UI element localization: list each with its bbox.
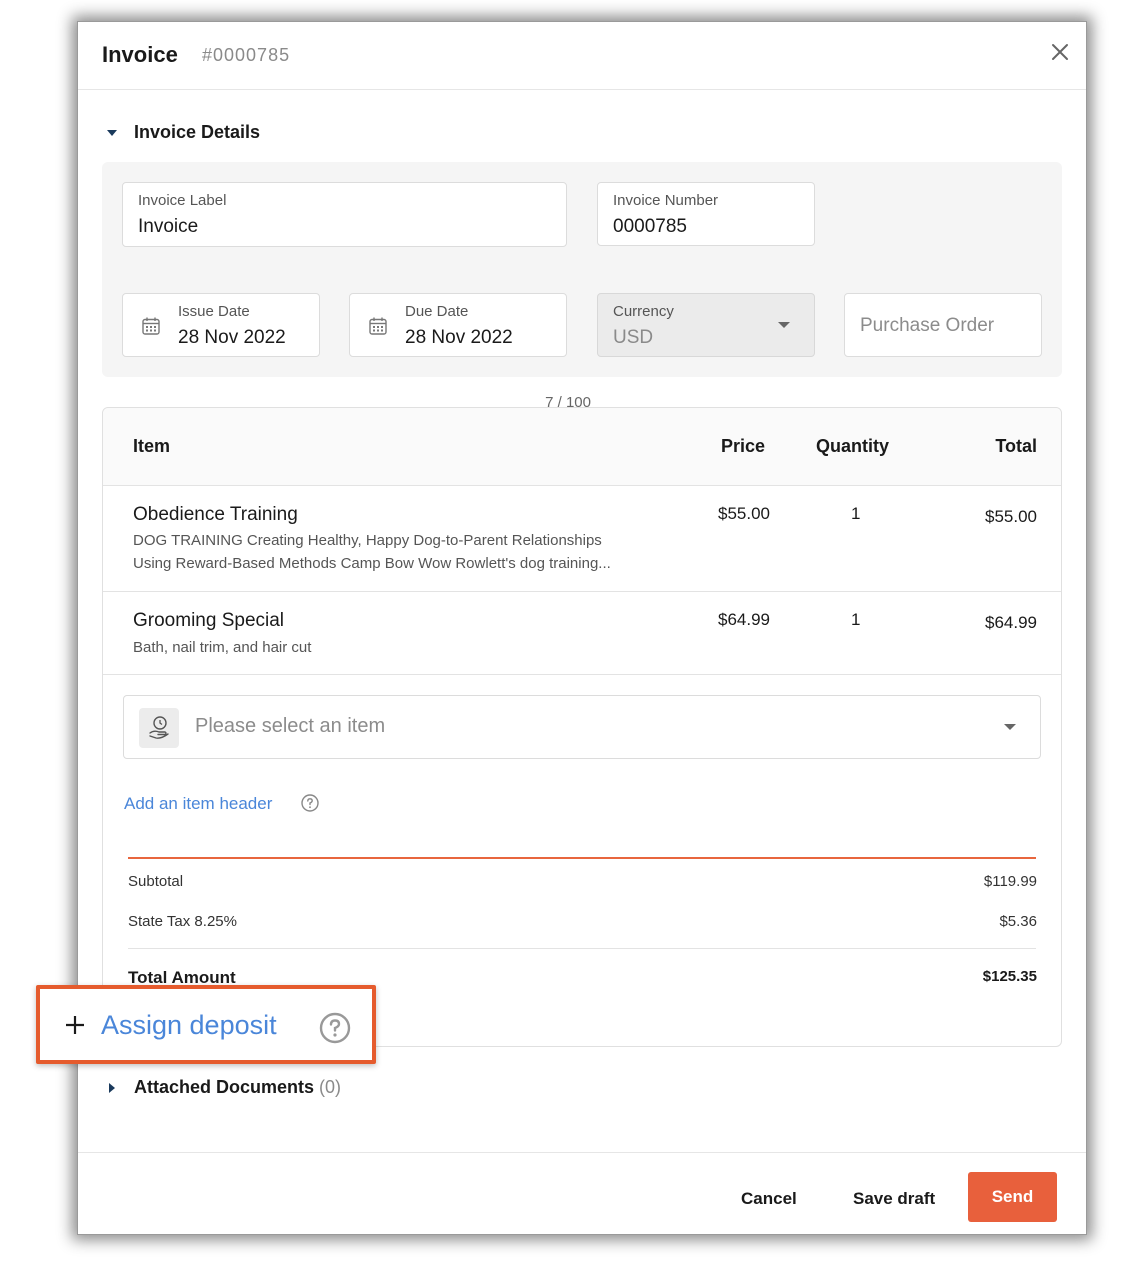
item-description: DOG TRAINING Creating Healthy, Happy Dog… — [133, 532, 602, 549]
currency-select[interactable]: Currency USD — [597, 293, 815, 357]
item-name: Grooming Special — [133, 610, 285, 631]
item-quantity: 1 — [851, 610, 861, 629]
help-icon[interactable] — [319, 1012, 351, 1044]
invoice-number-label: Invoice Number — [613, 192, 719, 209]
total-amount-value: $125.35 — [982, 968, 1037, 985]
totals-divider — [128, 857, 1036, 859]
subtotal-label: Subtotal — [128, 873, 184, 890]
invoice-details-toggle[interactable]: Invoice Details — [106, 122, 260, 143]
invoice-details-panel: Invoice Label Invoice 7 / 100 Invoice Nu… — [102, 162, 1062, 411]
item-total: $64.99 — [985, 613, 1037, 632]
due-date-value: 28 Nov 2022 — [405, 327, 513, 348]
divider — [128, 948, 1036, 949]
invoice-details-title: Invoice Details — [134, 122, 261, 142]
column-header-quantity: Quantity — [816, 436, 890, 456]
column-header-price: Price — [721, 436, 766, 456]
attached-documents-toggle[interactable]: Attached Documents (0) — [106, 1077, 341, 1098]
line-items-panel: Item Price Quantity Total Obedience Trai… — [102, 407, 1062, 1047]
caret-right-icon — [109, 1082, 115, 1093]
cancel-button[interactable]: Cancel — [741, 1189, 797, 1209]
calendar-icon — [142, 317, 160, 335]
close-icon[interactable] — [1048, 40, 1072, 64]
item-name: Obedience Training — [133, 504, 298, 525]
item-quantity: 1 — [851, 504, 861, 523]
item-icon — [139, 708, 179, 748]
attached-documents-title: Attached Documents (0) — [134, 1077, 341, 1098]
tax-value: $5.36 — [999, 913, 1037, 930]
invoice-label-label: Invoice Label — [138, 192, 227, 209]
invoice-label-field[interactable]: Invoice Label Invoice — [122, 182, 567, 247]
invoice-label-value: Invoice — [138, 216, 199, 237]
currency-value: USD — [613, 327, 654, 348]
invoice-number-field[interactable]: Invoice Number 0000785 — [597, 182, 815, 246]
calendar-icon — [369, 317, 387, 335]
item-description: Using Reward-Based Methods Camp Bow Wow … — [133, 555, 611, 572]
issue-date-label: Issue Date — [178, 303, 250, 320]
purchase-order-input[interactable]: Purchase Order — [844, 293, 1042, 357]
save-draft-button[interactable]: Save draft — [853, 1189, 935, 1209]
caret-down-icon — [107, 129, 117, 136]
hand-coin-icon — [149, 716, 169, 739]
due-date-label: Due Date — [405, 303, 469, 320]
modal-footer: Cancel Save draft Send — [78, 1152, 1086, 1235]
column-header-item: Item — [133, 436, 171, 456]
tax-label: State Tax 8.25% — [128, 913, 237, 930]
add-item-header-link[interactable]: Add an item header — [124, 794, 272, 814]
chevron-down-icon — [1004, 724, 1016, 730]
item-select[interactable]: Please select an item — [123, 695, 1041, 759]
attached-documents-count: (0) — [319, 1077, 342, 1097]
currency-label: Currency — [613, 303, 674, 320]
chevron-down-icon — [778, 322, 790, 328]
item-select-placeholder: Please select an item — [195, 715, 386, 737]
send-button[interactable]: Send — [968, 1172, 1057, 1222]
modal-title: Invoice — [102, 42, 178, 67]
issue-date-field[interactable]: Issue Date 28 Nov 2022 — [122, 293, 320, 357]
help-icon[interactable] — [301, 794, 319, 812]
items-table-header: Item Price Quantity Total — [103, 408, 1061, 486]
purchase-order-placeholder: Purchase Order — [860, 315, 995, 336]
item-price: $64.99 — [718, 610, 770, 629]
table-row[interactable]: Obedience Training DOG TRAINING Creating… — [103, 486, 1061, 592]
invoice-number-value: 0000785 — [613, 216, 687, 237]
item-description: Bath, nail trim, and hair cut — [133, 639, 312, 656]
modal-header: Invoice #0000785 — [78, 22, 1086, 90]
attached-documents-label: Attached Documents — [134, 1077, 315, 1097]
subtotal-value: $119.99 — [983, 873, 1037, 890]
assign-deposit-link[interactable]: Assign deposit — [101, 1010, 277, 1041]
item-price: $55.00 — [718, 504, 770, 523]
invoice-number-tag: #0000785 — [202, 45, 291, 65]
column-header-total: Total — [995, 436, 1037, 456]
assign-deposit-callout: Assign deposit — [36, 985, 376, 1064]
item-total: $55.00 — [985, 507, 1037, 526]
table-row[interactable]: Grooming Special Bath, nail trim, and ha… — [103, 592, 1061, 675]
due-date-field[interactable]: Due Date 28 Nov 2022 — [349, 293, 567, 357]
issue-date-value: 28 Nov 2022 — [178, 327, 286, 348]
plus-icon[interactable] — [65, 1015, 85, 1035]
